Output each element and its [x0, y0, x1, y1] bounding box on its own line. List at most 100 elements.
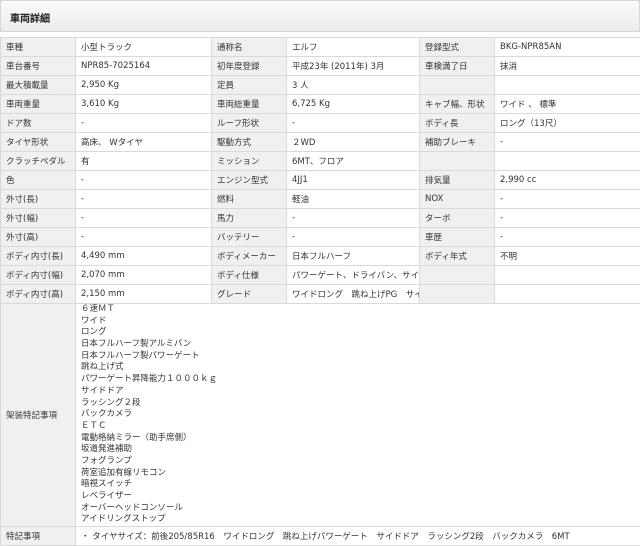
- spec-label: 駆動方式: [212, 133, 287, 152]
- spec-label: 排気量: [420, 171, 495, 190]
- spec-value: 2,950 Kg: [76, 76, 212, 95]
- spec-label: 通称名: [212, 38, 287, 57]
- equipment-label: 架装特記事項: [1, 304, 76, 527]
- notes-bullet: ・: [81, 532, 90, 542]
- spec-label: ミッション: [212, 152, 287, 171]
- spec-value: -: [287, 228, 420, 247]
- spec-value: 日本フルハーフ: [287, 247, 420, 266]
- spec-value: 2,070 mm: [76, 266, 212, 285]
- spec-value: 6,725 Kg: [287, 95, 420, 114]
- spec-label: ボディ年式: [420, 247, 495, 266]
- equipment-item: 坂道発進補助: [81, 444, 635, 456]
- spec-label: 車台番号: [1, 57, 76, 76]
- spec-value: -: [76, 190, 212, 209]
- spec-value: 軽油: [287, 190, 420, 209]
- spec-value: エルフ: [287, 38, 420, 57]
- spec-label: 外寸(幅): [1, 209, 76, 228]
- equipment-row: 架装特記事項 ６速ＭＴワイドロング日本フルハーフ製アルミバン日本フルハーフ製パワ…: [1, 304, 640, 527]
- spec-label: [420, 152, 495, 171]
- spec-row: 車種小型トラック通称名エルフ登録型式BKG-NPR85AN: [1, 38, 640, 57]
- spec-value: [495, 285, 640, 304]
- spec-value: 2,150 mm: [76, 285, 212, 304]
- spec-label: 馬力: [212, 209, 287, 228]
- equipment-item: オーバーヘッドコンソール: [81, 503, 635, 515]
- section-header: 車両詳細: [0, 0, 640, 32]
- spec-label: ボディ内寸(幅): [1, 266, 76, 285]
- spec-label: クラッチペダル: [1, 152, 76, 171]
- spec-row: 車両重量3,610 Kg車両総重量6,725 Kgキャブ幅、形状ワイド 、 標準: [1, 95, 640, 114]
- notes-label: 特記事項: [1, 527, 76, 546]
- spec-label: タイヤ形状: [1, 133, 76, 152]
- spec-value: 4,490 mm: [76, 247, 212, 266]
- spec-value: ロング（13尺）: [495, 114, 640, 133]
- spec-label: 車両総重量: [212, 95, 287, 114]
- section-title: 車両詳細: [10, 10, 50, 25]
- spec-label: ボディメーカー: [212, 247, 287, 266]
- spec-value: 3,610 Kg: [76, 95, 212, 114]
- spec-row: 外寸(長)-燃料軽油NOX-: [1, 190, 640, 209]
- spec-value: 4JJ1: [287, 171, 420, 190]
- equipment-item: ６速ＭＴ: [81, 304, 635, 316]
- spec-label: ボディ長: [420, 114, 495, 133]
- spec-value: NPR85-7025164: [76, 57, 212, 76]
- spec-value: 3 人: [287, 76, 420, 95]
- spec-value: 高床、 Wタイヤ: [76, 133, 212, 152]
- spec-value: -: [495, 133, 640, 152]
- spec-value: -: [495, 190, 640, 209]
- spec-row: タイヤ形状高床、 Wタイヤ駆動方式２WD補助ブレーキ-: [1, 133, 640, 152]
- spec-value: [495, 152, 640, 171]
- spec-label: 初年度登録: [212, 57, 287, 76]
- spec-label: 外寸(長): [1, 190, 76, 209]
- equipment-item: 電動格納ミラー（助手席側）: [81, 433, 635, 445]
- spec-label: [420, 76, 495, 95]
- spec-value: -: [76, 114, 212, 133]
- spec-label: 車両重量: [1, 95, 76, 114]
- spec-value: -: [287, 209, 420, 228]
- spec-value: ２WD: [287, 133, 420, 152]
- spec-label: 車歴: [420, 228, 495, 247]
- spec-row: クラッチペダル有ミッション6MT、フロア: [1, 152, 640, 171]
- spec-row: ボディ内寸(長)4,490 mmボディメーカー日本フルハーフボディ年式不明: [1, 247, 640, 266]
- spec-label: [420, 285, 495, 304]
- equipment-item: ＥＴＣ: [81, 421, 635, 433]
- spec-label: NOX: [420, 190, 495, 209]
- spec-row: 外寸(高)-バッテリー-車歴-: [1, 228, 640, 247]
- spec-row: ボディ内寸(高)2,150 mmグレードワイドロング 跳ね上げPG サイドドア: [1, 285, 640, 304]
- spec-label: 最大積載量: [1, 76, 76, 95]
- equipment-item: 日本フルハーフ製アルミバン: [81, 339, 635, 351]
- spec-value: -: [287, 114, 420, 133]
- notes-row: 特記事項 ・ タイヤサイズ：前後205/85R16 ワイドロング 跳ね上げパワー…: [1, 527, 640, 546]
- spec-value: -: [76, 209, 212, 228]
- spec-label: ターボ: [420, 209, 495, 228]
- equipment-item: バックカメラ: [81, 409, 635, 421]
- equipment-list-cell: ６速ＭＴワイドロング日本フルハーフ製アルミバン日本フルハーフ製パワーゲート跳ね上…: [76, 304, 640, 527]
- spec-value: ワイドロング 跳ね上げPG サイドドア: [287, 285, 420, 304]
- spec-label: ボディ仕様: [212, 266, 287, 285]
- spec-value: -: [76, 171, 212, 190]
- equipment-item: パワーゲート昇降能力１０００ｋｇ: [81, 374, 635, 386]
- vehicle-spec-table: 車種小型トラック通称名エルフ登録型式BKG-NPR85AN車台番号NPR85-7…: [0, 37, 640, 546]
- spec-value: 2,990 cc: [495, 171, 640, 190]
- equipment-item: フォグランプ: [81, 456, 635, 468]
- spec-row: 外寸(幅)-馬力-ターボ-: [1, 209, 640, 228]
- spec-value: -: [495, 209, 640, 228]
- spec-value: 抹消: [495, 57, 640, 76]
- spec-label: ドア数: [1, 114, 76, 133]
- equipment-list: ６速ＭＴワイドロング日本フルハーフ製アルミバン日本フルハーフ製パワーゲート跳ね上…: [81, 304, 635, 526]
- spec-value: [495, 266, 640, 285]
- equipment-item: 跳ね上げ式: [81, 362, 635, 374]
- spec-label: 補助ブレーキ: [420, 133, 495, 152]
- spec-row: 色-エンジン型式4JJ1排気量2,990 cc: [1, 171, 640, 190]
- spec-label: グレード: [212, 285, 287, 304]
- spec-label: ボディ内寸(高): [1, 285, 76, 304]
- spec-value: 小型トラック: [76, 38, 212, 57]
- spec-label: ボディ内寸(長): [1, 247, 76, 266]
- equipment-item: ワイド: [81, 316, 635, 328]
- spec-value: 平成23年 (2011年) 3月: [287, 57, 420, 76]
- spec-value: ワイド 、 標準: [495, 95, 640, 114]
- spec-value: パワーゲート、ドライバン、サイドドア（助）: [287, 266, 420, 285]
- equipment-item: ラッシング２段: [81, 398, 635, 410]
- spec-row: 最大積載量2,950 Kg定員3 人: [1, 76, 640, 95]
- equipment-item: 暗視スイッチ: [81, 479, 635, 491]
- notes-text: タイヤサイズ：前後205/85R16 ワイドロング 跳ね上げパワーゲート サイド…: [92, 532, 569, 542]
